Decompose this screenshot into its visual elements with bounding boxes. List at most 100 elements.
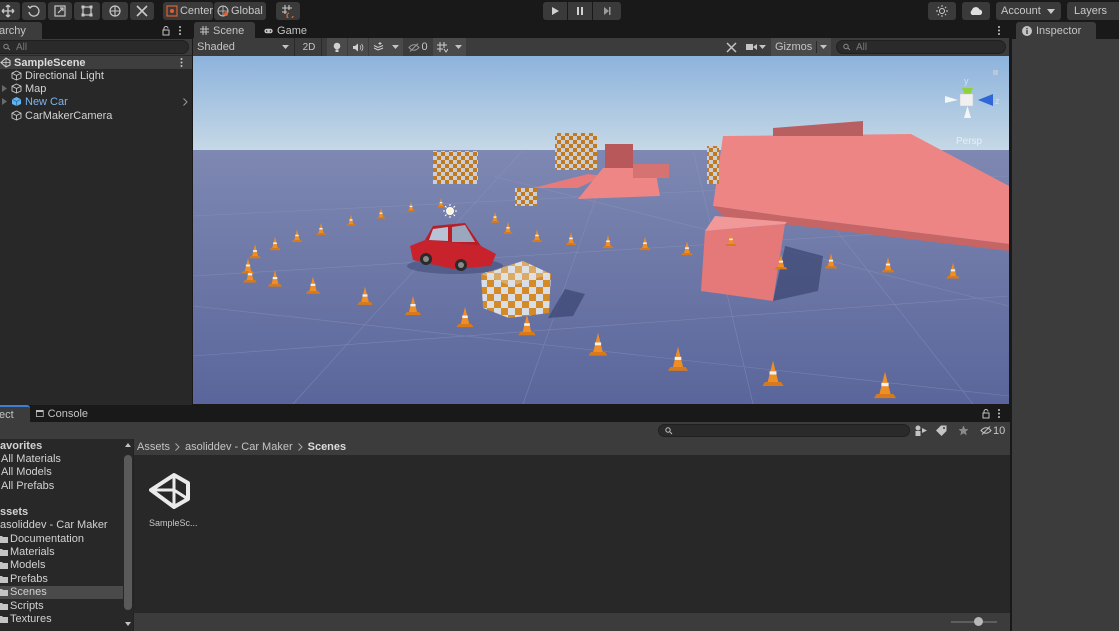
shading-mode-dropdown[interactable]: Shaded	[193, 38, 295, 56]
back-pink-block	[605, 144, 633, 168]
assets-header[interactable]: ssets	[0, 505, 28, 518]
hierarchy-tabbar: archy	[0, 22, 192, 39]
chevron-right-icon	[175, 443, 180, 451]
more-options-icon[interactable]	[997, 408, 1001, 419]
2d-mode-toggle[interactable]: 2D	[297, 38, 322, 56]
more-options-icon[interactable]	[997, 25, 1001, 36]
transform-tool-button[interactable]	[102, 2, 128, 20]
lock-icon[interactable]	[162, 26, 170, 36]
scroll-down-icon[interactable]	[125, 622, 131, 626]
scene-search-input[interactable]: All	[836, 40, 1006, 54]
more-options-icon[interactable]	[180, 58, 183, 67]
hierarchy-item[interactable]: CarMakerCamera	[0, 109, 191, 122]
tab-project[interactable]: ect	[0, 405, 30, 422]
breadcrumb-current[interactable]: Scenes	[308, 441, 347, 453]
favorite-item-label: All Materials	[1, 452, 61, 465]
cloud-button[interactable]	[962, 2, 990, 20]
gameobject-icon	[11, 70, 22, 81]
project-search-input[interactable]	[658, 424, 910, 437]
folder-item[interactable]: Scripts	[0, 599, 123, 612]
grid-snap-button[interactable]	[276, 2, 300, 20]
effects-icon	[373, 42, 384, 51]
expand-arrow-icon[interactable]	[2, 98, 7, 105]
favorite-item[interactable]: All Models	[1, 465, 52, 478]
pivot-space-button[interactable]: Global	[214, 2, 266, 20]
scroll-up-icon[interactable]	[125, 443, 131, 447]
tools-overlay-button[interactable]	[722, 38, 740, 56]
folder-item[interactable]: Documentation	[0, 532, 123, 545]
root-folder[interactable]: asoliddev - Car Maker	[0, 518, 108, 531]
tab-game[interactable]: Game	[258, 22, 313, 39]
breadcrumb-item[interactable]: asoliddev - Car Maker	[185, 441, 293, 453]
file-item[interactable]: SampleSc...	[140, 465, 200, 535]
grid-icon	[200, 26, 209, 35]
folder-icon	[0, 602, 8, 610]
gameobject-icon	[11, 110, 22, 121]
hidden-packages-toggle[interactable]: 10	[980, 423, 1005, 438]
zoom-slider-thumb[interactable]	[974, 617, 984, 626]
expand-arrow-icon[interactable]	[2, 85, 7, 92]
scene-viewport[interactable]: y z Persp	[193, 56, 1009, 404]
folder-icon	[0, 562, 8, 570]
more-options-icon[interactable]	[178, 25, 182, 36]
scene-visibility-toggle[interactable]: 0	[405, 38, 431, 56]
account-dropdown[interactable]: Account	[996, 2, 1061, 20]
layers-dropdown[interactable]: Layers	[1067, 2, 1119, 20]
scrollbar-thumb[interactable]	[124, 455, 132, 610]
step-button[interactable]	[593, 2, 621, 20]
prefab-icon	[11, 97, 22, 106]
tab-hierarchy[interactable]: archy	[0, 22, 42, 39]
scene-header-row[interactable]: SampleScene	[0, 56, 192, 69]
chevron-right-icon[interactable]	[183, 98, 188, 106]
gizmo-lock-icon[interactable]	[993, 70, 998, 75]
folder-item[interactable]: Materials	[0, 545, 123, 558]
hierarchy-item[interactable]: Directional Light	[0, 69, 191, 82]
grid-snap-icon	[282, 5, 294, 18]
projection-label[interactable]: Persp	[956, 136, 983, 147]
rect-icon	[81, 5, 93, 17]
folder-icon	[0, 535, 8, 543]
hierarchy-search-input[interactable]: All	[0, 40, 189, 54]
grid-toggle-dropdown[interactable]	[433, 38, 466, 56]
folder-item[interactable]: Prefabs	[0, 572, 123, 585]
hierarchy-item[interactable]: New Car	[0, 95, 191, 108]
folder-tree-scrollbar[interactable]	[123, 439, 133, 631]
pivot-mode-button[interactable]: Center	[163, 2, 213, 20]
audio-toggle[interactable]	[348, 38, 368, 56]
folder-item[interactable]: Models	[0, 559, 123, 572]
tab-scene[interactable]: Scene	[194, 22, 255, 39]
camera-dropdown[interactable]	[742, 38, 770, 56]
rect-tool-button[interactable]	[74, 2, 100, 20]
folder-item[interactable]: Scenes	[0, 585, 123, 599]
tab-console[interactable]: Console	[30, 405, 94, 422]
hierarchy-item[interactable]: Map	[0, 82, 191, 95]
filter-by-type-icon[interactable]	[915, 425, 927, 436]
favorite-item[interactable]: All Materials	[1, 452, 61, 465]
main-toolbar: Center Global Account Layers	[0, 0, 1119, 22]
label-tag-icon[interactable]	[936, 425, 947, 436]
scale-tool-button[interactable]	[48, 2, 72, 20]
gameobject-icon	[11, 83, 22, 94]
custom-tool-button[interactable]	[130, 2, 154, 20]
folder-item-label: Scripts	[10, 599, 44, 612]
folder-item[interactable]: Textures	[0, 612, 123, 625]
services-button[interactable]	[928, 2, 956, 20]
gizmo-center-cube[interactable]	[959, 93, 974, 107]
favorite-item[interactable]: All Prefabs	[1, 479, 54, 492]
favorite-star-icon[interactable]	[958, 425, 969, 436]
rotate-tool-button[interactable]	[22, 2, 46, 20]
lighting-toggle[interactable]	[327, 38, 347, 56]
hidden-eye-icon	[980, 426, 992, 435]
gizmos-dropdown[interactable]: Gizmos	[771, 38, 831, 56]
breadcrumb-item[interactable]: Assets	[137, 441, 170, 453]
project-file-grid: SampleSc...	[134, 455, 1010, 613]
inspector-panel	[1012, 39, 1119, 631]
play-button[interactable]	[543, 2, 567, 20]
move-tool-button[interactable]	[0, 2, 20, 20]
favorites-header[interactable]: avorites	[0, 439, 42, 452]
effects-dropdown[interactable]	[369, 38, 403, 56]
lock-icon[interactable]	[982, 409, 990, 419]
pause-button[interactable]	[568, 2, 592, 20]
hierarchy-panel: All SampleScene Directional Light Map Ne…	[0, 39, 192, 405]
tab-inspector[interactable]: Inspector	[1016, 22, 1096, 39]
